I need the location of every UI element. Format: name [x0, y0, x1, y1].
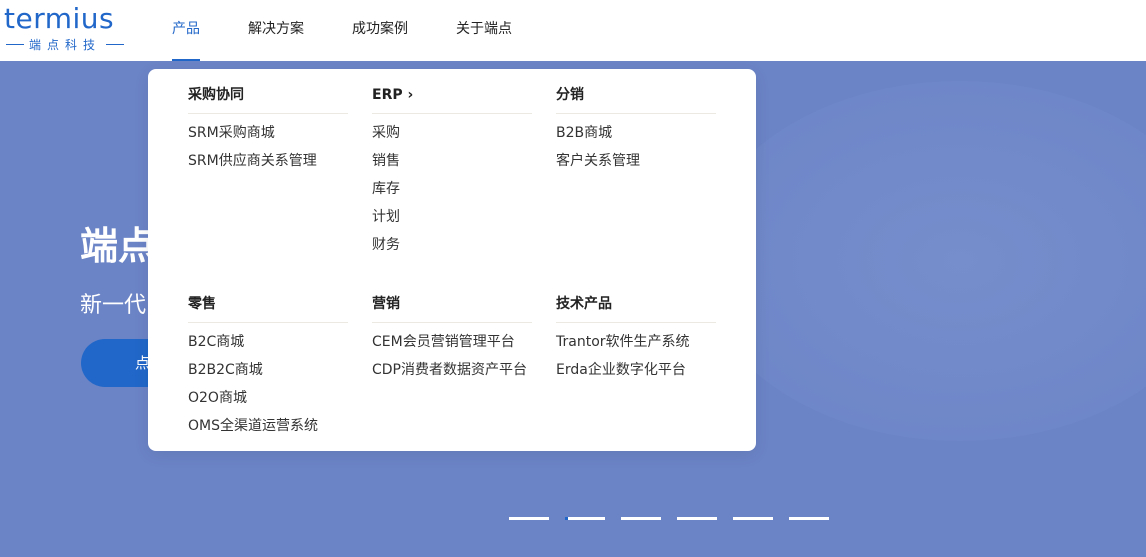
- site-header: termius 端点科技 产品 解决方案 成功案例 关于端点: [0, 0, 1146, 61]
- carousel-dot-1[interactable]: [509, 517, 549, 520]
- menu-item-oms[interactable]: OMS全渠道运营系统: [188, 417, 348, 445]
- hero-background-glow: [700, 81, 1146, 441]
- menu-group-title[interactable]: 零售: [188, 297, 348, 323]
- hero-subtitle: 新一代: [80, 293, 147, 318]
- menu-item-srm-mall[interactable]: SRM采购商城: [188, 124, 348, 152]
- menu-item-b2c-mall[interactable]: B2C商城: [188, 333, 348, 361]
- carousel-dot-5[interactable]: [733, 517, 773, 520]
- carousel-dot-4[interactable]: [677, 517, 717, 520]
- menu-group-retail: 零售 B2C商城 B2B2C商城 O2O商城 OMS全渠道运营系统: [188, 297, 348, 445]
- nav-item-solutions[interactable]: 解决方案: [248, 0, 304, 61]
- nav-item-products[interactable]: 产品: [172, 0, 200, 61]
- menu-item-trantor[interactable]: Trantor软件生产系统: [556, 333, 716, 361]
- menu-item-erda[interactable]: Erda企业数字化平台: [556, 361, 716, 389]
- main-nav: 产品 解决方案 成功案例 关于端点: [172, 0, 560, 61]
- carousel-dot-2[interactable]: [565, 517, 605, 520]
- carousel-dot-3[interactable]: [621, 517, 661, 520]
- nav-item-about[interactable]: 关于端点: [456, 0, 512, 61]
- logo-wordmark: termius: [4, 2, 115, 35]
- menu-item-purchase[interactable]: 采购: [372, 124, 532, 152]
- carousel-active-mark: [565, 517, 568, 520]
- menu-group-title[interactable]: 营销: [372, 297, 532, 323]
- menu-group-marketing: 营销 CEM会员营销管理平台 CDP消费者数据资产平台: [372, 297, 532, 389]
- menu-item-sales[interactable]: 销售: [372, 152, 532, 180]
- menu-group-distribution: 分销 B2B商城 客户关系管理: [556, 88, 716, 180]
- menu-item-b2b2c-mall[interactable]: B2B2C商城: [188, 361, 348, 389]
- menu-group-title[interactable]: 技术产品: [556, 297, 716, 323]
- brand-logo[interactable]: termius 端点科技: [4, 2, 126, 52]
- carousel-dot-6[interactable]: [789, 517, 829, 520]
- menu-item-inventory[interactable]: 库存: [372, 180, 532, 208]
- logo-right-rule: [106, 44, 124, 45]
- menu-group-title[interactable]: 分销: [556, 88, 716, 114]
- nav-item-cases[interactable]: 成功案例: [352, 0, 408, 61]
- menu-item-finance[interactable]: 财务: [372, 236, 532, 264]
- menu-item-cdp[interactable]: CDP消费者数据资产平台: [372, 361, 532, 389]
- chevron-right-icon: ›: [407, 87, 414, 103]
- menu-group-title[interactable]: 采购协同: [188, 88, 348, 114]
- menu-group-procurement: 采购协同 SRM采购商城 SRM供应商关系管理: [188, 88, 348, 180]
- menu-item-crm[interactable]: 客户关系管理: [556, 152, 716, 180]
- hero-title: 端点: [80, 224, 157, 268]
- menu-item-b2b-mall[interactable]: B2B商城: [556, 124, 716, 152]
- menu-item-o2o-mall[interactable]: O2O商城: [188, 389, 348, 417]
- menu-group-erp: ERP › 采购 销售 库存 计划 财务: [372, 88, 532, 264]
- menu-group-title-text: ERP: [372, 87, 403, 103]
- menu-item-srm-supplier[interactable]: SRM供应商关系管理: [188, 152, 348, 180]
- menu-item-cem[interactable]: CEM会员营销管理平台: [372, 333, 532, 361]
- menu-item-planning[interactable]: 计划: [372, 208, 532, 236]
- carousel-indicators: [509, 517, 845, 520]
- menu-group-title[interactable]: ERP ›: [372, 88, 532, 114]
- products-dropdown-menu: 采购协同 SRM采购商城 SRM供应商关系管理 ERP › 采购 销售 库存 计…: [148, 69, 756, 451]
- menu-group-tech-products: 技术产品 Trantor软件生产系统 Erda企业数字化平台: [556, 297, 716, 389]
